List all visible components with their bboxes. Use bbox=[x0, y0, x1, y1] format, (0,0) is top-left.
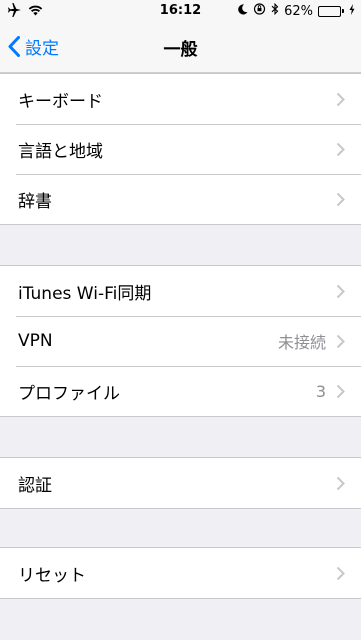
profile-count: 3 bbox=[315, 381, 326, 401]
status-bar: 16:12 62% bbox=[0, 0, 361, 22]
row-reset[interactable]: リセット bbox=[0, 548, 361, 598]
chevron-right-icon bbox=[336, 142, 345, 156]
orientation-lock-icon bbox=[253, 3, 266, 19]
settings-group-reset: リセット bbox=[0, 547, 361, 599]
settings-group-input: キーボード 言語と地域 辞書 bbox=[0, 73, 361, 225]
row-label: VPN bbox=[18, 331, 53, 351]
battery-icon bbox=[318, 5, 344, 17]
chevron-right-icon bbox=[336, 192, 345, 206]
row-label: キーボード bbox=[18, 91, 103, 112]
chevron-right-icon bbox=[336, 334, 345, 348]
bluetooth-icon bbox=[271, 2, 279, 19]
chevron-right-icon bbox=[336, 92, 345, 106]
row-label: リセット bbox=[18, 565, 86, 586]
chevron-right-icon bbox=[336, 476, 345, 490]
vpn-status: 未接続 bbox=[277, 333, 326, 352]
row-language-region[interactable]: 言語と地域 bbox=[0, 124, 361, 174]
settings-group-certification: 認証 bbox=[0, 457, 361, 509]
navigation-bar: 設定 一般 bbox=[0, 22, 361, 73]
row-label: プロファイル bbox=[18, 383, 120, 404]
row-vpn[interactable]: VPN 未接続 bbox=[0, 316, 361, 366]
chevron-right-icon bbox=[336, 284, 345, 298]
row-keyboard[interactable]: キーボード bbox=[0, 74, 361, 124]
row-label: 認証 bbox=[18, 475, 52, 496]
row-label: iTunes Wi-Fi同期 bbox=[18, 283, 152, 304]
battery-percent: 62% bbox=[284, 3, 313, 19]
row-label: 辞書 bbox=[18, 191, 52, 212]
chevron-right-icon bbox=[336, 566, 345, 580]
charging-icon bbox=[349, 3, 355, 19]
row-dictionary[interactable]: 辞書 bbox=[0, 174, 361, 224]
settings-group-sync: iTunes Wi-Fi同期 VPN 未接続 プロファイル 3 bbox=[0, 265, 361, 417]
moon-icon bbox=[238, 3, 248, 19]
status-right: 62% bbox=[238, 2, 355, 19]
row-itunes-wifi-sync[interactable]: iTunes Wi-Fi同期 bbox=[0, 266, 361, 316]
row-profiles[interactable]: プロファイル 3 bbox=[0, 366, 361, 416]
row-label: 言語と地域 bbox=[18, 141, 103, 162]
row-certification[interactable]: 認証 bbox=[0, 458, 361, 508]
chevron-right-icon bbox=[336, 384, 345, 398]
page-title: 一般 bbox=[163, 40, 198, 60]
